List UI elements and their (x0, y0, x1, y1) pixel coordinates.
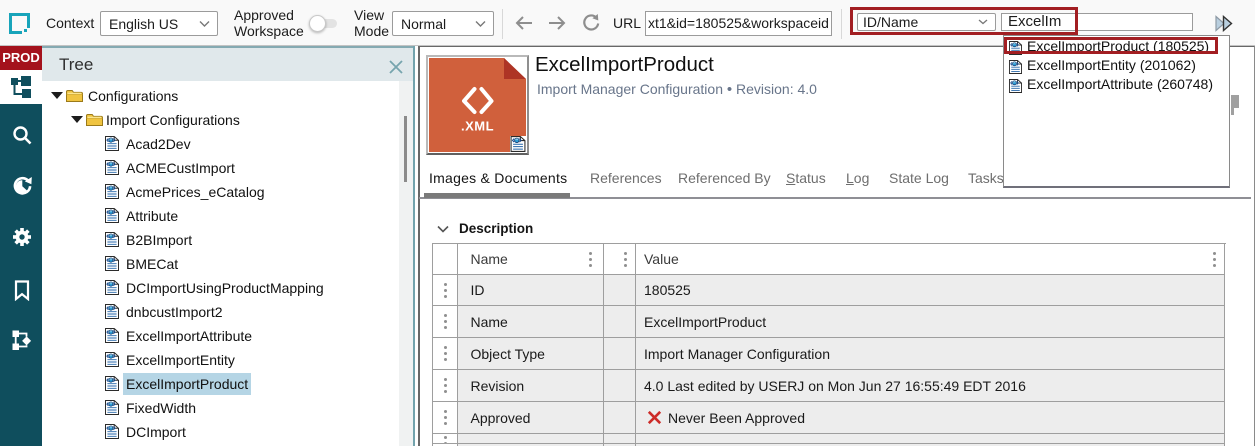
svg-text:.XML: .XML (461, 119, 494, 134)
